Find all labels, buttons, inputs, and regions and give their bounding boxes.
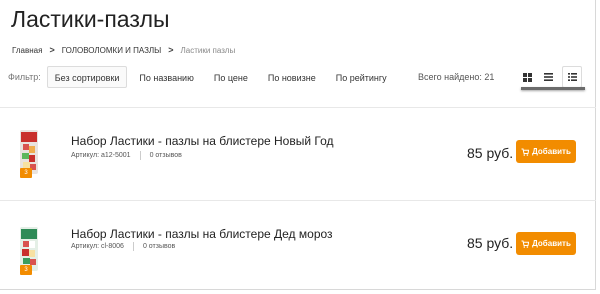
product-sku: Артикул: cl-8006: [71, 243, 124, 250]
breadcrumb-separator: >: [168, 45, 174, 55]
product-meta: Артикул: cl-8006 0 отзывов: [71, 242, 175, 251]
product-name-link[interactable]: Набор Ластики - пазлы на блистере Новый …: [71, 134, 334, 148]
total-found-count: 21: [484, 72, 495, 82]
product-price: 85 руб.: [467, 145, 514, 161]
grid-view-button[interactable]: [517, 66, 537, 88]
product-row: 3 Набор Ластики - пазлы на блистере Новы…: [0, 108, 596, 200]
list-view-button[interactable]: [538, 66, 558, 88]
total-found: Всего найдено: 21: [418, 66, 494, 88]
breadcrumb-current: Ластики пазлы: [180, 45, 236, 55]
sort-option-none[interactable]: Без сортировки: [46, 66, 128, 88]
quantity-badge: 3: [20, 168, 32, 178]
cart-icon: [521, 240, 530, 248]
page-title: Ластики-пазлы: [11, 6, 170, 32]
detailed-list-view-button[interactable]: [562, 66, 582, 88]
add-to-cart-button[interactable]: Добавить: [516, 232, 576, 255]
grid-view-icon: [522, 72, 532, 82]
cart-icon: [521, 148, 530, 156]
product-meta: Артикул: a12-5001 0 отзывов: [71, 151, 182, 160]
breadcrumb-separator: >: [49, 45, 55, 55]
product-price: 85 руб.: [467, 235, 514, 251]
list-view-icon: [543, 73, 553, 81]
sort-filter-bar: Фильтр: Без сортировки По названию По це…: [8, 66, 588, 88]
sort-option-name[interactable]: По названию: [131, 66, 201, 88]
product-name-link[interactable]: Набор Ластики - пазлы на блистере Дед мо…: [71, 227, 333, 241]
product-sku: Артикул: a12-5001: [71, 152, 131, 159]
sort-option-newest[interactable]: По новизне: [260, 66, 324, 88]
catalog-panel: Ластики-пазлы Главная > ГОЛОВОЛОМКИ И ПА…: [0, 0, 596, 290]
product-reviews-link[interactable]: 0 отзывов: [143, 243, 175, 250]
meta-separator: [132, 242, 134, 251]
breadcrumb-category[interactable]: ГОЛОВОЛОМКИ И ПАЗЛЫ: [62, 46, 162, 55]
breadcrumb: Главная > ГОЛОВОЛОМКИ И ПАЗЛЫ > Ластики …: [12, 44, 235, 56]
total-found-label: Всего найдено:: [418, 72, 482, 82]
sort-option-rating[interactable]: По рейтингу: [328, 66, 395, 88]
detailed-list-view-icon: [567, 73, 577, 81]
quantity-badge: 3: [20, 265, 32, 275]
product-row: 3 Набор Ластики - пазлы на блистере Дед …: [0, 201, 596, 293]
sort-option-price[interactable]: По цене: [206, 66, 256, 88]
add-to-cart-button[interactable]: Добавить: [516, 140, 576, 163]
add-to-cart-label: Добавить: [532, 239, 571, 248]
meta-separator: [139, 151, 141, 160]
filter-label: Фильтр:: [8, 72, 41, 82]
product-reviews-link[interactable]: 0 отзывов: [150, 152, 182, 159]
view-switcher-underline: [521, 87, 585, 90]
breadcrumb-home[interactable]: Главная: [12, 46, 42, 55]
add-to-cart-label: Добавить: [532, 147, 571, 156]
